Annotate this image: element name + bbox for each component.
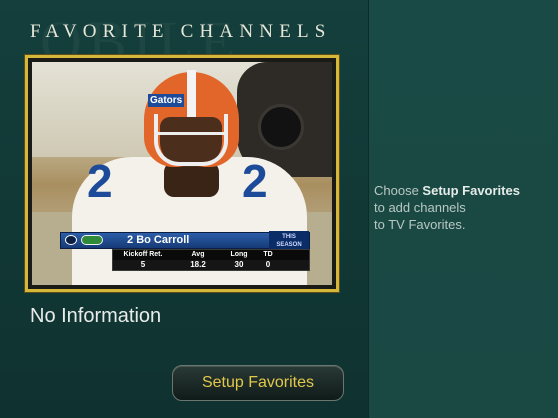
scoreboard-stats: Kickoff Ret. Avg Long TD 5 18.2 30 0 [112, 249, 310, 271]
stats-header: Kickoff Ret. [123, 251, 163, 258]
scoreboard-name-bar: 2 Bo Carroll THIS SEASON [60, 231, 310, 249]
stats-value: 0 [265, 260, 271, 269]
stats-header: Avg [191, 251, 205, 258]
stats-value-row: 5 18.2 30 0 [113, 260, 309, 270]
stats-value: 5 [140, 260, 146, 269]
stats-header: Long [230, 251, 248, 258]
help-line-1-emphasis: Setup Favorites [422, 183, 520, 198]
helmet-stripe [187, 70, 196, 120]
help-line-1: Choose Setup Favorites [374, 182, 558, 199]
help-line-3: to TV Favorites. [374, 217, 466, 232]
player-name: 2 Bo Carroll [127, 233, 189, 248]
channel-preview-frame[interactable]: 2 2 Gators 2 Bo Carroll THIS SEASON Kick… [25, 55, 339, 292]
team-logo-icon [81, 235, 103, 245]
scoreboard-graphic: 2 Bo Carroll THIS SEASON Kickoff Ret. Av… [60, 231, 310, 271]
jersey-number-right: 2 [242, 155, 268, 207]
helmet-facemask [154, 114, 228, 166]
helmet-decal: Gators [148, 94, 185, 107]
player-number: 2 [127, 234, 134, 246]
player-name-text: Bo Carroll [136, 234, 190, 246]
network-logo-icon [65, 235, 77, 245]
help-text: Choose Setup Favorites to add channels t… [374, 182, 558, 233]
stats-value: 18.2 [190, 260, 206, 269]
stats-value: 30 [234, 260, 244, 269]
help-line-1-prefix: Choose [374, 183, 423, 198]
stats-header-row: Kickoff Ret. Avg Long TD [113, 250, 309, 260]
season-label: THIS SEASON [269, 231, 309, 249]
channel-info-status: No Information [30, 305, 162, 327]
video-preview: 2 2 Gators 2 Bo Carroll THIS SEASON Kick… [32, 62, 332, 285]
player-neck [164, 162, 219, 197]
stats-header: TD [263, 251, 273, 258]
page-title: FAVORITE CHANNELS [30, 21, 332, 42]
help-line-2: to add channels [374, 200, 466, 215]
setup-favorites-button[interactable]: Setup Favorites [172, 365, 344, 401]
camera-lens [258, 104, 304, 150]
jersey-number-left: 2 [87, 155, 113, 207]
